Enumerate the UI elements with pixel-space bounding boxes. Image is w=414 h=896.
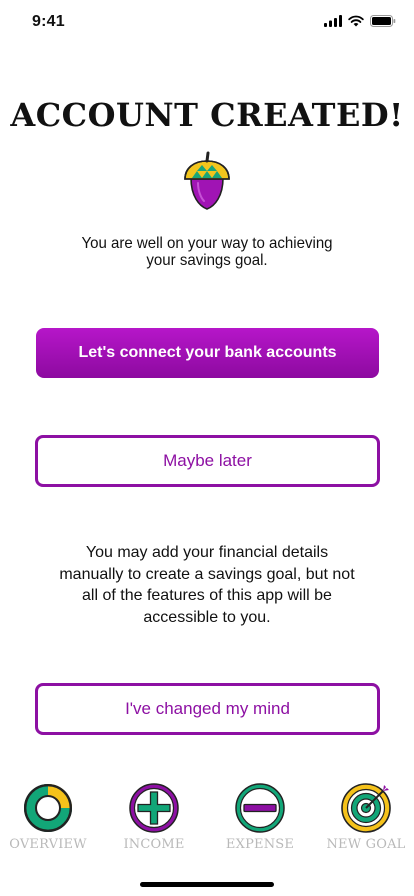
tab-new-goal-label: NEW GOAL — [326, 837, 406, 852]
cellular-signal-icon — [324, 15, 342, 27]
tab-expense[interactable]: EXPENSE — [210, 782, 310, 852]
tab-income[interactable]: INCOME — [104, 782, 204, 852]
subtitle: You are well on your way to achieving yo… — [81, 235, 333, 269]
status-bar: 9:41 — [0, 0, 414, 44]
status-time: 9:41 — [32, 13, 65, 30]
minus-circle-icon — [235, 783, 285, 833]
tab-bar: OVERVIEW INCOME EXPENSE NEW GOAL — [0, 782, 414, 862]
tab-overview[interactable]: OVERVIEW — [0, 782, 98, 852]
battery-icon — [370, 15, 396, 27]
connect-bank-button[interactable]: Let's connect your bank accounts — [36, 328, 379, 378]
page-title: ACCOUNT CREATED! — [10, 96, 404, 134]
home-indicator — [140, 882, 274, 887]
tab-income-label: INCOME — [123, 837, 185, 852]
target-icon — [341, 783, 391, 833]
status-icons — [324, 15, 396, 27]
changed-mind-button[interactable]: I've changed my mind — [35, 683, 380, 735]
tab-new-goal[interactable]: NEW GOAL — [316, 782, 414, 852]
wifi-icon — [348, 15, 364, 27]
acorn-icon — [184, 151, 230, 210]
maybe-later-button[interactable]: Maybe later — [35, 435, 380, 487]
manual-entry-note: You may add your financial details manua… — [59, 544, 355, 626]
tab-overview-label: OVERVIEW — [9, 837, 87, 852]
donut-chart-icon — [24, 784, 72, 832]
tab-expense-label: EXPENSE — [225, 837, 295, 852]
plus-circle-icon — [129, 783, 179, 833]
